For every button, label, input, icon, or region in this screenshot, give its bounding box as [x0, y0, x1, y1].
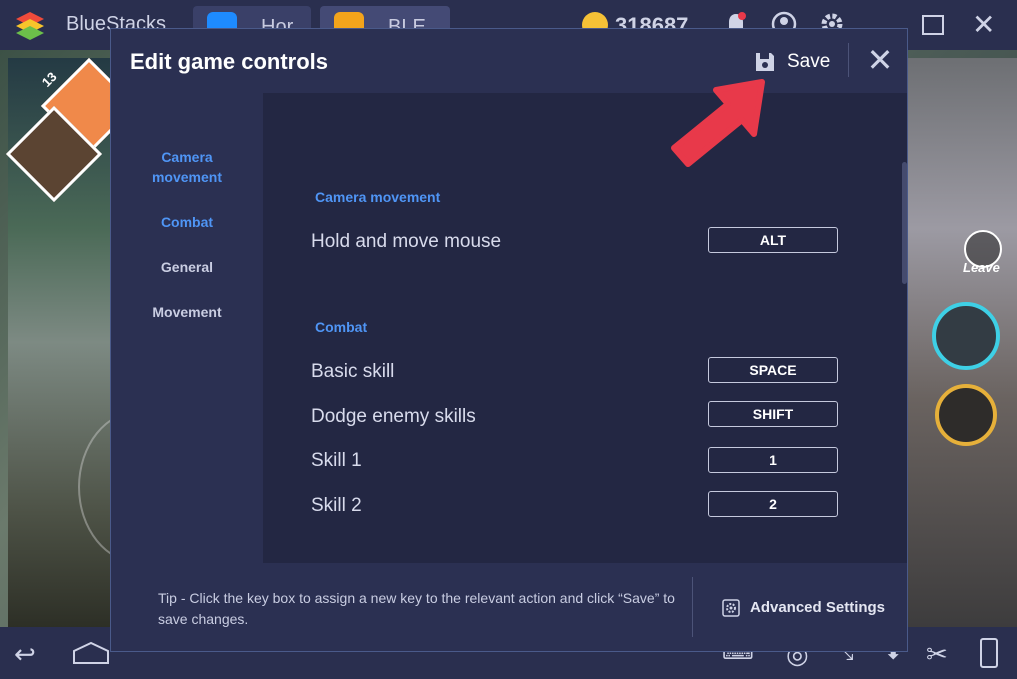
key-box[interactable]: SPACE — [708, 357, 838, 383]
action-label: Dodge enemy skills — [311, 406, 476, 427]
divider — [848, 43, 849, 77]
scrollbar[interactable] — [902, 162, 907, 284]
scissors-icon[interactable]: ✂ — [926, 639, 948, 670]
key-box[interactable]: 2 — [708, 491, 838, 517]
action-label: Basic skill — [311, 361, 395, 382]
sidebar-item-general[interactable]: General — [111, 257, 263, 277]
key-box[interactable]: ALT — [708, 227, 838, 253]
sidebar-item-camera-movement[interactable]: Camera movement — [111, 147, 263, 187]
skill-lock-button[interactable] — [935, 384, 997, 446]
category-sidebar: Camera movement Combat General Movement — [111, 93, 263, 563]
skill-lock-button[interactable] — [932, 302, 1000, 370]
controls-list: Camera movement Hold and move mouse ALT … — [263, 93, 907, 563]
tip-text: Tip - Click the key box to assign a new … — [158, 590, 675, 627]
section-heading: Combat — [315, 319, 368, 335]
back-icon[interactable]: ↩ — [14, 639, 36, 670]
dialog-footer: Tip - Click the key box to assign a new … — [111, 563, 907, 651]
dialog-title: Edit game controls — [130, 49, 329, 74]
action-label: Skill 1 — [311, 450, 362, 471]
dialog-header: Edit game controls Save ✕ — [111, 29, 907, 93]
leave-label: Leave — [963, 260, 1000, 275]
divider — [692, 577, 693, 637]
phone-icon[interactable] — [978, 637, 1000, 669]
action-label: Hold and move mouse — [311, 231, 502, 252]
maximize-button[interactable] — [922, 15, 944, 35]
home-icon[interactable] — [70, 641, 112, 665]
section-heading: Camera movement — [315, 189, 441, 205]
annotation-arrow-icon — [671, 79, 765, 167]
save-button[interactable]: Save — [754, 47, 844, 77]
window-close-button[interactable]: ✕ — [972, 8, 995, 41]
gear-icon — [722, 599, 740, 617]
key-box[interactable]: 1 — [708, 447, 838, 473]
save-label: Save — [787, 51, 831, 72]
key-box[interactable]: SHIFT — [708, 401, 838, 427]
sidebar-item-combat[interactable]: Combat — [111, 212, 263, 232]
close-icon[interactable]: ✕ — [865, 43, 895, 77]
bluestacks-logo-icon — [16, 12, 44, 40]
sidebar-item-movement[interactable]: Movement — [111, 302, 263, 322]
save-icon — [756, 53, 774, 71]
edit-game-controls-dialog: Edit game controls Save ✕ Camera movemen… — [110, 28, 908, 652]
action-label: Skill 2 — [311, 495, 362, 516]
advanced-settings-label: Advanced Settings — [750, 599, 886, 616]
